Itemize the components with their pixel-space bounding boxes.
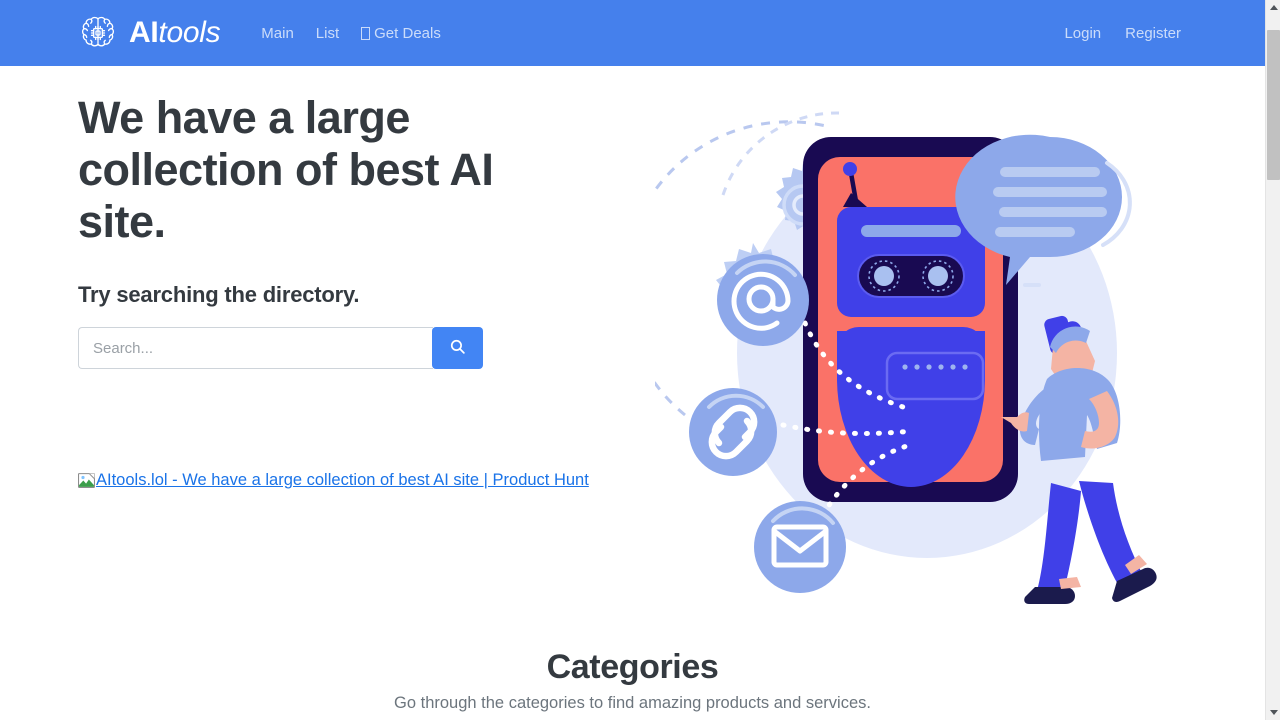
- product-hunt-badge-alt-text: AItools.lol - We have a large collection…: [96, 471, 589, 489]
- brain-chip-icon: [78, 13, 118, 53]
- hero-text-column: We have a large collection of best AI si…: [78, 92, 638, 369]
- page-title: We have a large collection of best AI si…: [78, 92, 494, 247]
- brand-logo-link[interactable]: AItools: [78, 13, 221, 53]
- nav-item-list[interactable]: List: [316, 26, 339, 41]
- nav-item-main[interactable]: Main: [261, 26, 294, 41]
- scroll-down-arrow-icon[interactable]: [1266, 705, 1280, 720]
- brand-name: AItools: [129, 16, 221, 49]
- brand-name-bold: AI: [129, 16, 159, 49]
- primary-nav: Main List Get Deals: [261, 26, 441, 41]
- login-link[interactable]: Login: [1064, 26, 1101, 41]
- product-hunt-badge-broken-image[interactable]: AItools.lol - We have a large collection…: [78, 468, 623, 497]
- scroll-up-arrow-icon[interactable]: [1266, 0, 1280, 15]
- nav-item-get-deals-label: Get Deals: [374, 24, 441, 42]
- nav-item-get-deals[interactable]: Get Deals: [361, 26, 441, 41]
- scrollbar-thumb[interactable]: [1267, 30, 1280, 180]
- broken-image-icon: [78, 472, 95, 497]
- account-nav: Login Register: [1064, 0, 1181, 66]
- search-icon: [449, 338, 466, 358]
- search-bar: [78, 327, 483, 369]
- search-submit-button[interactable]: [432, 327, 483, 369]
- categories-subtitle: Go through the categories to find amazin…: [394, 694, 871, 712]
- categories-title: Categories: [546, 648, 719, 686]
- site-header: AItools Main List Get Deals Login Regist…: [0, 0, 1265, 66]
- brand-name-italic: tools: [158, 16, 221, 49]
- missing-glyph-box-icon: [361, 26, 371, 40]
- register-link[interactable]: Register: [1125, 26, 1181, 41]
- chatbot-illustration: [622, 95, 1195, 620]
- categories-section: Categories Go through the categories to …: [0, 646, 1265, 715]
- search-prompt-heading: Try searching the directory.: [78, 282, 360, 307]
- page-viewport: AItools Main List Get Deals Login Regist…: [0, 0, 1265, 720]
- search-input[interactable]: [78, 327, 433, 369]
- page-scrollbar[interactable]: [1265, 0, 1280, 720]
